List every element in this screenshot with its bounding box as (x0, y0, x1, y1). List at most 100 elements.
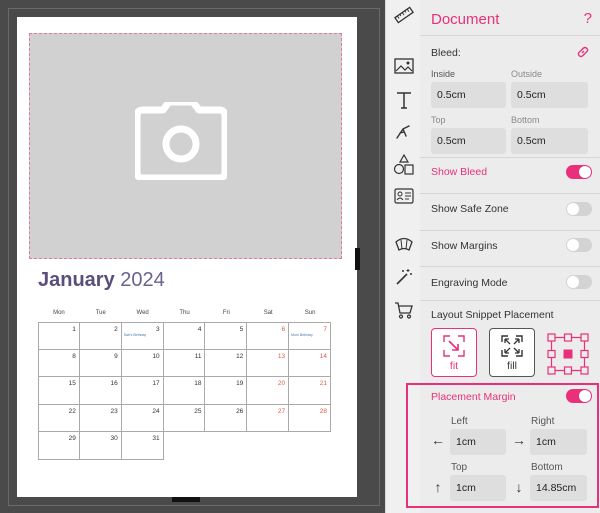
rail-images[interactable] (391, 53, 416, 78)
day-number: 29 (68, 435, 76, 442)
weekday-label: Fri (222, 310, 230, 316)
help-icon[interactable]: ? (584, 10, 592, 27)
calendar-days: 1 2 3 Sab's Birthday 4 5 6 7 Mum Birthday 8 9 10 11 1… (38, 322, 332, 460)
calendar-day-cell[interactable]: 19 (205, 377, 248, 405)
calendar-day-cell[interactable]: 13 (247, 349, 290, 377)
margin-bottom-label: Bottom (531, 462, 563, 473)
snippet-placement-label: Layout Snippet Placement (431, 309, 554, 321)
calendar-day-cell[interactable]: 8 (38, 349, 80, 377)
calendar-day-cell[interactable]: 21 (289, 377, 332, 405)
outside-label: Outside (511, 69, 543, 79)
calendar-day-cell[interactable]: 22 (38, 404, 80, 432)
calendar-day-cell[interactable]: 1 (38, 322, 80, 350)
day-number: 23 (110, 407, 118, 415)
day-number: 16 (110, 380, 118, 387)
bottom-label: Bottom (511, 115, 540, 125)
calendar-day-cell[interactable]: 29 (38, 432, 80, 460)
resize-handle-bottom[interactable] (172, 497, 200, 502)
day-number: 17 (152, 380, 160, 387)
day-event: Sab's Birthday (123, 333, 147, 337)
bleed-label: Bleed: (431, 47, 461, 59)
bleed-top-input[interactable]: 0.5cm (431, 128, 506, 154)
margin-left-input[interactable]: 1cm (450, 429, 506, 455)
margin-bottom-input[interactable]: 14.85cm (530, 475, 587, 501)
calendar-day-cell[interactable]: 31 (121, 432, 164, 460)
calendar-day-cell[interactable]: 26 (205, 404, 248, 432)
margin-top-input[interactable]: 1cm (450, 475, 506, 501)
calendar-day-cell[interactable]: 17 (121, 377, 164, 405)
resize-handle-right[interactable] (355, 248, 360, 270)
calendar-day-cell[interactable]: 28 (289, 404, 332, 432)
calendar-page[interactable]: January 2024 Mon Tue Wed Thu Fri Sat Sun 1 2 3 Sa… (17, 17, 357, 497)
calendar-day-cell[interactable]: 23 (79, 404, 122, 432)
rail-clipart[interactable] (391, 118, 416, 143)
rail-magic[interactable] (391, 264, 416, 289)
link-icon[interactable] (576, 45, 590, 59)
fit-button[interactable]: fit (431, 328, 477, 377)
photo-placeholder[interactable] (29, 33, 342, 259)
day-number: 9 (114, 352, 118, 360)
calendar-day-cell[interactable]: 2 (79, 322, 122, 350)
calendar-day-cell[interactable]: 24 (121, 404, 164, 432)
show-bleed-toggle[interactable] (566, 165, 592, 179)
calendar-day-cell[interactable]: 7 Mum Birthday (289, 322, 332, 350)
document-panel: Document ? Bleed: Inside Outside 0.5cm 0… (406, 0, 600, 513)
calendar-day-cell[interactable]: 11 (163, 349, 206, 377)
calendar-day-cell[interactable]: 12 (205, 349, 248, 377)
day-number: 13 (277, 352, 286, 360)
calendar-day-cell[interactable]: 20 (247, 377, 290, 405)
grid-placement-icon[interactable] (547, 333, 589, 375)
divider (420, 266, 600, 267)
calendar-day-cell[interactable]: 5 (205, 322, 248, 350)
bleed-inside-input[interactable]: 0.5cm (431, 82, 506, 108)
day-number: 10 (152, 352, 160, 360)
design-canvas[interactable]: January 2024 Mon Tue Wed Thu Fri Sat Sun 1 2 3 Sa… (0, 0, 385, 513)
rail-cart[interactable] (391, 297, 416, 322)
calendar-day-cell[interactable]: 10 (121, 349, 164, 377)
placement-margin-toggle[interactable] (566, 389, 592, 403)
show-safe-zone-toggle[interactable] (566, 202, 592, 216)
margin-right-input[interactable]: 1cm (530, 429, 587, 455)
rail-layouts[interactable] (391, 231, 416, 256)
calendar-day-cell[interactable]: 14 (289, 349, 332, 377)
day-number: 19 (236, 380, 244, 387)
fit-icon (443, 335, 465, 357)
layout-icon (394, 237, 413, 251)
calendar-day-cell[interactable]: 16 (79, 377, 122, 405)
day-number: 30 (110, 435, 118, 442)
calendar-day-cell[interactable]: 9 (79, 349, 122, 377)
show-margins-toggle[interactable] (566, 238, 592, 252)
calendar-grid: Mon Tue Wed Thu Fri Sat Sun 1 2 3 Sab's Birthday 4… (38, 304, 332, 460)
day-number: 12 (236, 352, 244, 360)
calendar-day-cell[interactable]: 25 (163, 404, 206, 432)
weekday-label: Sat (263, 310, 273, 316)
rail-text[interactable] (391, 87, 416, 112)
day-number: 7 (323, 326, 328, 333)
fill-button[interactable]: fill (489, 328, 535, 377)
day-number: 24 (152, 407, 160, 415)
calendar-day-cell[interactable]: 6 (247, 322, 290, 350)
calendar-day-cell[interactable]: 4 (163, 322, 206, 350)
day-number: 6 (281, 326, 286, 333)
engraving-mode-toggle[interactable] (566, 275, 592, 289)
calendar-day-cell[interactable]: 27 (247, 404, 290, 432)
shapes-icon (393, 153, 414, 175)
fit-label: fit (449, 360, 459, 372)
day-number: 31 (152, 435, 160, 442)
day-number: 1 (72, 326, 76, 333)
bleed-outside-input[interactable]: 0.5cm (511, 82, 588, 108)
month-title: January 2024 (38, 269, 165, 292)
rail-ruler[interactable] (391, 2, 416, 27)
engraving-mode-label: Engraving Mode (431, 277, 508, 289)
day-event: Mum Birthday (291, 333, 313, 337)
margin-right-label: Right (531, 416, 555, 427)
rail-id-card[interactable] (391, 183, 416, 208)
calendar-day-cell[interactable]: 18 (163, 377, 206, 405)
day-number: 8 (72, 352, 76, 360)
calendar-day-cell[interactable]: 15 (38, 377, 80, 405)
rail-shapes[interactable] (391, 152, 416, 177)
fill-label: fill (507, 360, 517, 372)
calendar-day-cell[interactable]: 30 (79, 432, 122, 460)
bleed-bottom-input[interactable]: 0.5cm (511, 128, 588, 154)
calendar-day-cell[interactable]: 3 Sab's Birthday (121, 322, 164, 350)
